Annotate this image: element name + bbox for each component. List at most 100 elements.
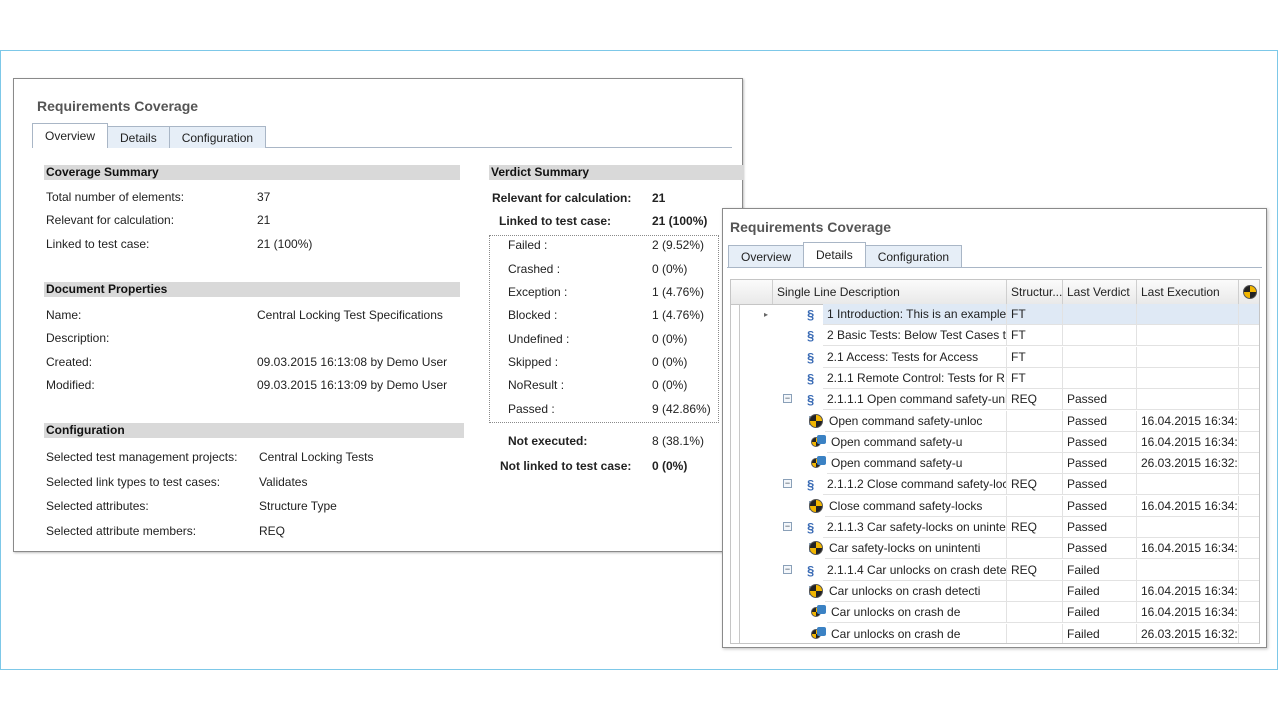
cell-last-verdict: Passed	[1063, 474, 1137, 496]
tab-strip: Overview Details Configuration	[32, 123, 267, 148]
requirement-icon: §	[807, 392, 815, 408]
cell-verdict-icon	[1239, 304, 1259, 325]
tab-strip: Overview Details Configuration	[728, 242, 963, 267]
tab-configuration[interactable]: Configuration	[168, 126, 267, 148]
table-row[interactable]: +Car safety-locks on unintentiPassed16.0…	[731, 538, 1259, 560]
requirement-icon: §	[807, 307, 815, 322]
field-label: Description:	[46, 331, 110, 345]
cell-last-execution: 16.04.2015 16:34:03	[1137, 431, 1239, 453]
verdict-value: 0 (0%)	[652, 332, 688, 346]
overview-window: Requirements Coverage Overview Details C…	[13, 78, 744, 552]
cell-verdict-icon	[1239, 602, 1259, 624]
table-row[interactable]: − § 2.1.1.2 Close command safety-loc REQ Pas…	[731, 474, 1259, 496]
table-row[interactable]: − § 2.1.1.4 Car unlocks on crash dete REQ Fa…	[731, 559, 1259, 581]
table-row[interactable]: Car unlocks on crash de Failed 26.03.2015 …	[731, 623, 1259, 643]
column-header-last-execution[interactable]: Last Execution	[1137, 280, 1239, 304]
collapse-icon[interactable]: −	[783, 394, 792, 404]
verdict-value: 1 (4.76%)	[652, 285, 705, 299]
table-row[interactable]: − § 2.1.1.1 Open command safety-unl REQ Pass…	[731, 389, 1259, 411]
cell-description: 2.1.1.4 Car unlocks on crash dete	[823, 559, 1007, 581]
document-properties-heading: Document Properties	[44, 282, 460, 297]
cell-structure	[1007, 410, 1063, 432]
cell-last-verdict	[1063, 367, 1137, 389]
cell-last-execution: 26.03.2015 16:32:41	[1137, 453, 1239, 475]
cell-verdict-icon	[1239, 411, 1259, 432]
collapse-icon[interactable]: −	[783, 522, 792, 531]
column-header-structure[interactable]: Structur...	[1007, 280, 1063, 304]
verdict-value: 0 (0%)	[652, 378, 688, 392]
collapse-icon[interactable]: −	[783, 479, 792, 489]
relevant-value: 21	[652, 191, 666, 205]
table-row[interactable]: ▸ § 1 Introduction: This is an example FT	[731, 304, 1259, 325]
not-linked-value: 0 (0%)	[652, 459, 688, 473]
column-header-description[interactable]: Single Line Description	[773, 280, 1007, 304]
field-label: Relevant for calculation:	[46, 213, 175, 227]
cell-verdict-icon	[1239, 368, 1259, 389]
cell-description: 2.1.1 Remote Control: Tests for R	[823, 367, 1007, 389]
verdict-label: Skipped :	[508, 355, 559, 369]
table-row[interactable]: § 2 Basic Tests: Below Test Cases t FT	[731, 325, 1259, 347]
cell-description: 2.1.1.1 Open command safety-unl	[823, 389, 1007, 411]
verdict-label: Failed :	[508, 238, 548, 252]
linked-label: Linked to test case:	[499, 214, 612, 228]
cell-description: 2.1.1.2 Close command safety-loc	[823, 474, 1007, 496]
column-header-verdict-icon[interactable]	[1239, 280, 1259, 304]
field-value: REQ	[259, 524, 286, 538]
cell-verdict-icon	[1239, 325, 1259, 347]
table-row[interactable]: Open command safety-u Passed 16.04.2015 16…	[731, 431, 1259, 453]
cell-last-execution: 16.04.2015 16:34:03	[1137, 410, 1239, 432]
cell-last-execution: 26.03.2015 16:32:46	[1137, 623, 1239, 643]
cell-last-execution: 16.04.2015 16:34:08	[1137, 580, 1239, 602]
cell-description: Open command safety-u	[827, 453, 1007, 475]
cell-structure: REQ	[1007, 559, 1063, 581]
configuration-heading: Configuration	[44, 423, 464, 438]
test-case-icon	[809, 413, 823, 428]
tab-details[interactable]: Details	[107, 126, 170, 148]
collapse-icon[interactable]: −	[783, 564, 792, 574]
cell-last-verdict: Passed	[1063, 410, 1137, 432]
cell-last-execution: 16.04.2015 16:34:05	[1137, 495, 1239, 517]
table-row[interactable]: Open command safety-u Passed 26.03.2015 16…	[731, 453, 1259, 475]
field-value: 09.03.2015 16:13:09 by Demo User	[257, 378, 448, 392]
cell-verdict-icon	[1239, 389, 1259, 411]
field-value: 09.03.2015 16:13:08 by Demo User	[257, 355, 448, 369]
column-header-last-verdict[interactable]: Last Verdict	[1063, 280, 1137, 304]
field-value: 37	[257, 190, 271, 204]
cell-last-execution	[1137, 517, 1239, 538]
cell-description: 2.1 Access: Tests for Access	[823, 346, 1007, 368]
requirement-icon: §	[807, 349, 815, 365]
grid-header: Single Line Description Structur... Last…	[731, 280, 1259, 305]
table-row[interactable]: − § 2.1.1.3 Car safety-locks on uninte REQ P…	[731, 517, 1259, 538]
cell-last-execution	[1137, 389, 1239, 411]
details-grid: Single Line Description Structur... Last…	[730, 279, 1260, 644]
field-label: Selected link types to test cases:	[46, 475, 221, 489]
field-label: Selected attributes:	[46, 499, 149, 513]
window-title: Requirements Coverage	[730, 219, 892, 235]
details-window: Requirements Coverage Overview Details C…	[722, 208, 1267, 648]
table-row[interactable]: −Car unlocks on crash detectiFailed16.04…	[731, 580, 1259, 602]
field-label: Modified:	[46, 378, 95, 392]
verdict-value: 0 (0%)	[652, 355, 688, 369]
table-row[interactable]: § 2.1 Access: Tests for Access FT	[731, 346, 1259, 368]
tab-details[interactable]: Details	[803, 242, 866, 267]
table-row[interactable]: +Close command safety-locksPassed16.04.2…	[731, 495, 1259, 517]
cell-structure	[1007, 495, 1063, 517]
cell-last-execution	[1137, 474, 1239, 496]
table-row[interactable]: § 2.1.1 Remote Control: Tests for R FT	[731, 367, 1259, 389]
cell-verdict-icon	[1239, 560, 1259, 581]
cell-structure: FT	[1007, 325, 1063, 347]
cell-last-verdict	[1063, 304, 1137, 325]
tab-overview[interactable]: Overview	[32, 123, 109, 148]
not-linked-label: Not linked to test case:	[500, 459, 632, 473]
table-row[interactable]: −Open command safety-unlocPassed16.04.20…	[731, 410, 1259, 432]
requirement-icon: §	[807, 477, 815, 493]
relevant-label: Relevant for calculation:	[492, 191, 632, 205]
cell-structure: FT	[1007, 367, 1063, 389]
field-value: 21	[257, 213, 271, 227]
tab-overview[interactable]: Overview	[728, 245, 805, 267]
cell-structure	[1007, 538, 1063, 560]
tab-configuration[interactable]: Configuration	[864, 245, 963, 267]
cell-last-execution	[1137, 325, 1239, 347]
cell-structure: REQ	[1007, 389, 1063, 411]
table-row[interactable]: Car unlocks on crash de Failed 16.04.2015 …	[731, 602, 1259, 624]
